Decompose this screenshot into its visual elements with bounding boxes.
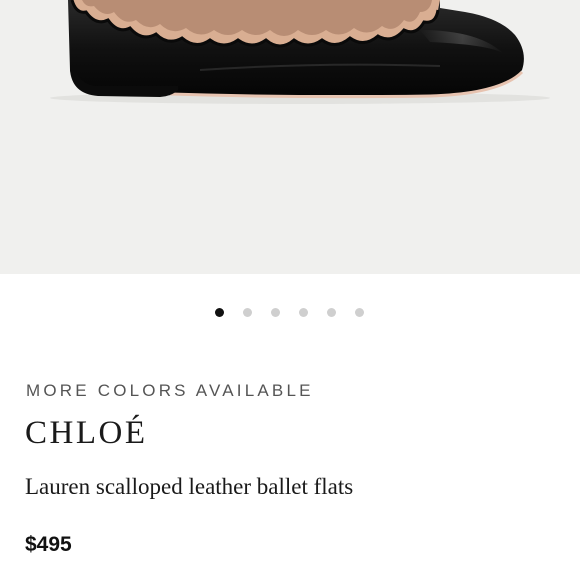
product-image-gallery[interactable] xyxy=(0,0,580,274)
brand-name[interactable]: CHLOÉ xyxy=(25,415,148,452)
gallery-dot-3[interactable] xyxy=(271,308,280,317)
more-colors-link[interactable]: MORE COLORS AVAILABLE xyxy=(26,381,314,401)
product-image xyxy=(50,0,550,104)
product-price: $495 xyxy=(25,533,72,556)
gallery-dot-2[interactable] xyxy=(243,308,252,317)
product-title: Lauren scalloped leather ballet flats xyxy=(25,474,354,499)
gallery-pagination xyxy=(0,308,580,320)
gallery-dot-5[interactable] xyxy=(327,308,336,317)
gallery-dot-4[interactable] xyxy=(299,308,308,317)
gallery-dot-6[interactable] xyxy=(355,308,364,317)
gallery-dot-1[interactable] xyxy=(215,308,224,317)
